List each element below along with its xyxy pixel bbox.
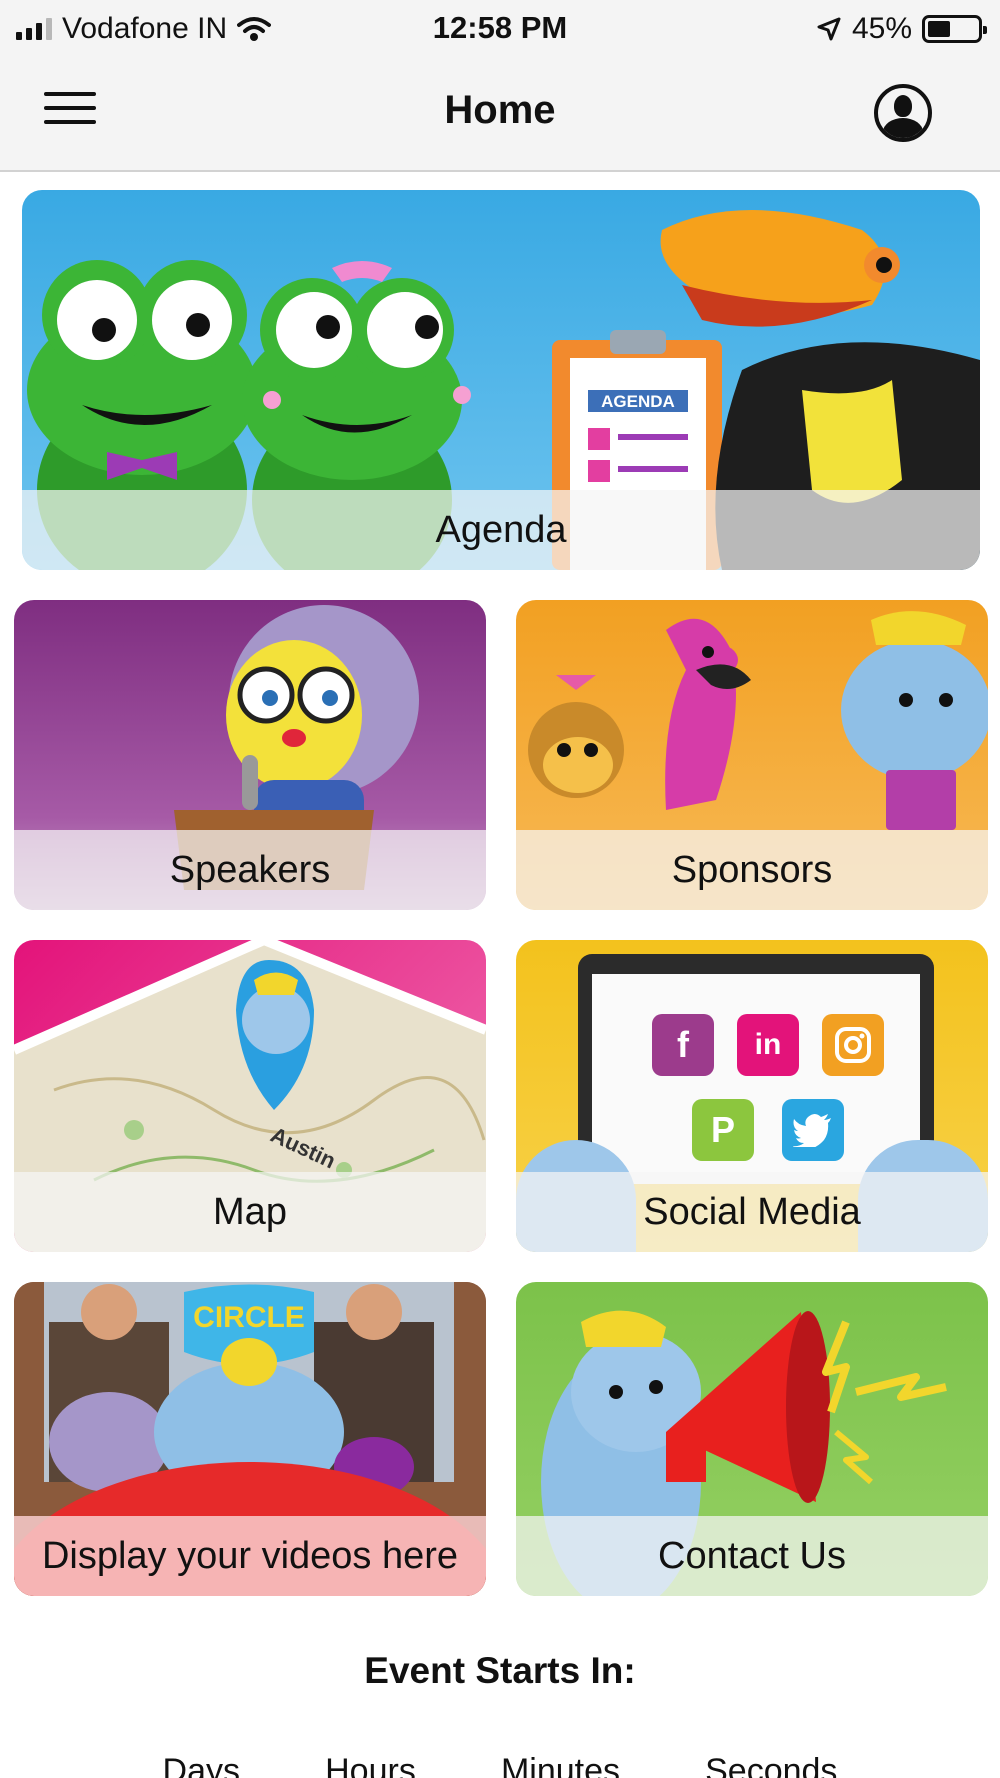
circle-time-banner: CIRCLE — [193, 1301, 305, 1334]
countdown-minutes-label: Minutes — [500, 1752, 620, 1778]
pinterest-icon: P — [692, 1099, 754, 1161]
agenda-label: Agenda — [22, 490, 980, 570]
speakers-tile[interactable]: Speakers — [14, 600, 486, 910]
videos-tile[interactable]: CIRCLE Display your videos here — [14, 1282, 486, 1596]
user-profile-icon[interactable] — [874, 84, 932, 142]
contact-tile[interactable]: Contact Us — [516, 1282, 988, 1596]
facebook-icon: f — [652, 1014, 714, 1076]
agenda-tile[interactable]: AGENDA Agenda — [22, 190, 980, 570]
countdown-hours-label: Hours — [325, 1752, 416, 1778]
social-media-label: Social Media — [516, 1172, 988, 1252]
map-tile[interactable]: Austin Map — [14, 940, 486, 1252]
battery-percent: 45% — [851, 12, 912, 45]
social-media-tile[interactable]: f in P Social Media — [516, 940, 988, 1252]
sponsors-tile[interactable]: Sponsors — [516, 600, 988, 910]
videos-label: Display your videos here — [14, 1516, 486, 1596]
event-countdown-title: Event Starts In: — [364, 1650, 636, 1691]
sponsors-label: Sponsors — [516, 830, 988, 910]
countdown-labels: Days Hours Minutes Seconds — [0, 1752, 1000, 1778]
battery-fill — [928, 21, 950, 37]
countdown-seconds-label: Seconds — [705, 1752, 838, 1778]
twitter-icon — [782, 1099, 844, 1161]
laptop-screen: f in P — [578, 954, 934, 1184]
linkedin-icon: in — [737, 1014, 799, 1076]
contact-label: Contact Us — [516, 1516, 988, 1596]
battery-icon — [922, 15, 987, 43]
clipboard-title: AGENDA — [601, 392, 675, 411]
instagram-icon — [822, 1014, 884, 1076]
map-label: Map — [14, 1172, 486, 1252]
nav-bar: Home — [0, 58, 1000, 172]
status-bar: Vodafone IN 12:58 PM 45% — [0, 0, 1000, 58]
location-arrow-icon — [817, 17, 841, 41]
page-title: Home — [444, 88, 556, 132]
speakers-label: Speakers — [14, 830, 486, 910]
status-right: 45% — [816, 10, 987, 48]
laptop-display: f in P — [592, 974, 920, 1184]
countdown-days-label: Days — [162, 1752, 241, 1778]
